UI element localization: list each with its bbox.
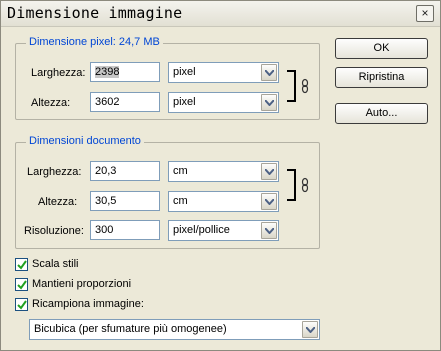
checkmark-icon [17, 280, 27, 290]
resample-method-select[interactable]: Bicubica (per sfumature più omogenee) [29, 319, 320, 340]
chain-link-icon [287, 70, 309, 102]
pixel-width-unit-select[interactable]: pixel [168, 62, 279, 83]
chevron-down-icon [261, 94, 277, 111]
doc-width-input[interactable]: 20,3 [90, 161, 160, 181]
close-button[interactable]: × [416, 5, 434, 22]
ok-button[interactable]: OK [335, 38, 428, 59]
doc-height-label: Altezza: [38, 196, 78, 208]
image-size-dialog: Dimensione immagine × Dimensione pixel: … [0, 0, 441, 351]
scale-styles-checkbox[interactable] [15, 258, 28, 271]
chevron-down-icon [261, 163, 277, 180]
title-bar: Dimensione immagine × [1, 1, 440, 27]
chevron-down-icon [261, 64, 277, 81]
pixel-dimensions-legend: Dimensione pixel: 24,7 MB [26, 36, 163, 48]
pixel-width-label: Larghezza: [31, 67, 86, 79]
scale-styles-label[interactable]: Scala stili [32, 258, 78, 270]
doc-height-input[interactable]: 30,5 [90, 191, 160, 211]
resample-label[interactable]: Ricampiona immagine: [32, 298, 144, 310]
doc-height-unit-select[interactable]: cm [168, 191, 279, 212]
checkmark-icon [17, 260, 27, 270]
pixel-size-value: 24,7 MB [118, 36, 160, 48]
chevron-down-icon [261, 222, 277, 239]
checkmark-icon [17, 300, 27, 310]
pixel-height-label: Altezza: [31, 97, 71, 109]
pixel-width-input[interactable]: 2398 [90, 62, 160, 82]
resolution-label: Risoluzione: [24, 225, 84, 237]
pixel-height-input[interactable]: 3602 [90, 92, 160, 112]
window-title: Dimensione immagine [7, 4, 183, 22]
auto-button[interactable]: Auto... [335, 103, 428, 124]
constrain-proportions-label[interactable]: Mantieni proporzioni [32, 278, 131, 290]
document-size-legend: Dimensioni documento [26, 135, 144, 147]
constrain-proportions-checkbox[interactable] [15, 278, 28, 291]
close-icon: × [421, 6, 429, 20]
chevron-down-icon [261, 193, 277, 210]
pixel-height-unit-select[interactable]: pixel [168, 92, 279, 113]
doc-width-unit-select[interactable]: cm [168, 161, 279, 182]
resolution-unit-select[interactable]: pixel/pollice [168, 220, 279, 241]
reset-button[interactable]: Ripristina [335, 67, 428, 88]
resolution-input[interactable]: 300 [90, 220, 160, 240]
chevron-down-icon [302, 321, 318, 338]
chain-link-icon [287, 169, 309, 201]
doc-width-label: Larghezza: [27, 166, 82, 178]
resample-checkbox[interactable] [15, 298, 28, 311]
